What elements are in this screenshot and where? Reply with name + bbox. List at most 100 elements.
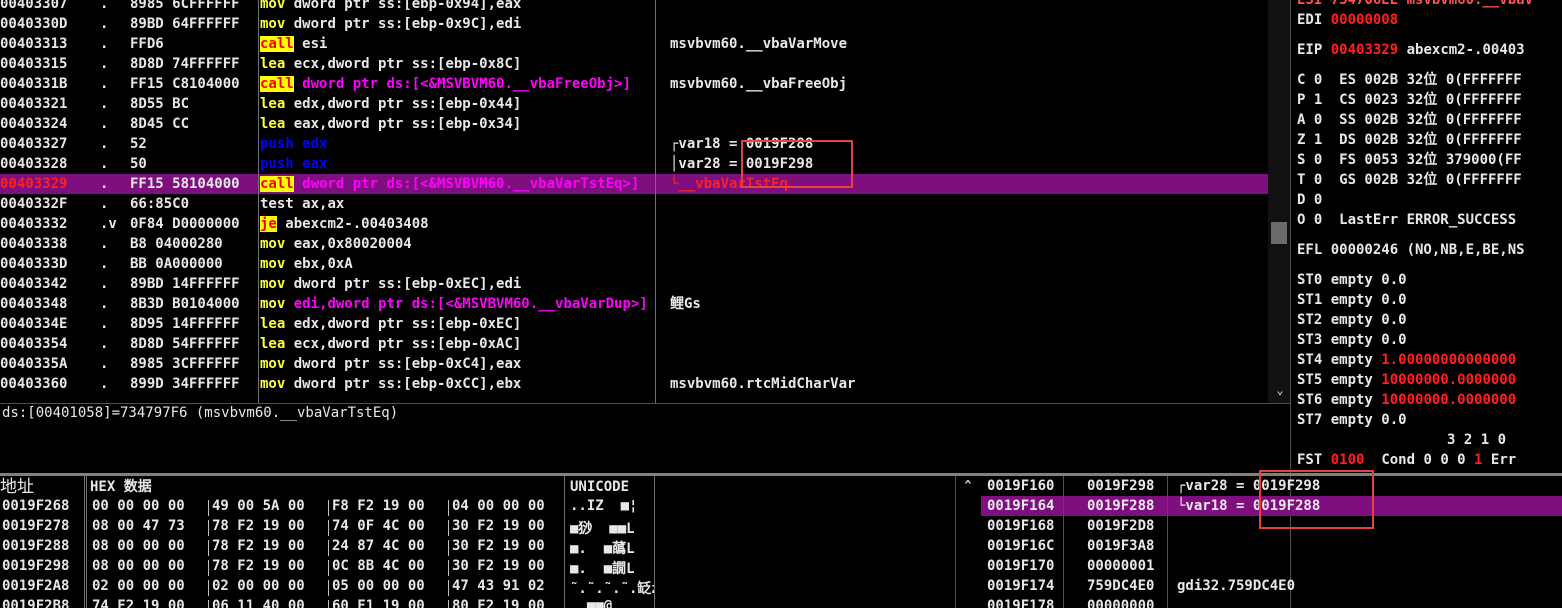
disasm-row[interactable]: 00403327. 52 push edx ┌var18 = 0019F288 <box>0 134 1268 154</box>
disasm-row[interactable]: 00403348. 8B3D B0104000 mov edi,dword ptr … <box>0 294 1268 314</box>
dump-hex-group[interactable]: 74 F2 19 00 <box>92 598 185 608</box>
disasm-row[interactable]: 0040332F. 66:85C0 test ax,ax <box>0 194 1268 214</box>
dump-unicode[interactable]: ..IZ ■¦ <box>570 498 654 514</box>
dump-pane[interactable]: 地址 HEX 数据 UNICODE 0019F268 00 00 00 00 49 … <box>0 476 955 608</box>
stack-row[interactable]: 0019F178 00000000 <box>981 596 1562 608</box>
dump-header-hex[interactable]: HEX 数据 <box>88 476 564 498</box>
dump-hex-group[interactable]: F8 F2 19 00 <box>332 498 425 514</box>
disasm-bytes: 0F84 D0000000 <box>130 216 240 232</box>
fpu-register[interactable]: ST4 empty 1.00000000000000 <box>1297 350 1516 370</box>
disasm-marker: . <box>100 96 109 112</box>
dump-hex-group[interactable]: 24 87 4C 00 <box>332 538 425 554</box>
stack-row[interactable]: 0019F16C 0019F3A8 <box>981 536 1562 556</box>
dump-address[interactable]: 0019F2B8 <box>2 598 69 608</box>
disasm-comment: msvbvm60.__vbaVarMove <box>670 36 848 52</box>
disasm-row[interactable]: 00403338. B8 04000280 mov eax,0x80020004 <box>0 234 1268 254</box>
dump-hex-group[interactable]: 74 0F 4C 00 <box>332 518 425 534</box>
disasm-row[interactable]: 00403324. 8D45 CC lea eax,dword ptr ss:[eb… <box>0 114 1268 134</box>
stack-row[interactable]: 0019F174 759DC4E0 gdi32.759DC4E0 <box>981 576 1562 596</box>
dump-hex-group[interactable]: 30 F2 19 00 <box>452 558 545 574</box>
dump-unicode[interactable]: ■. ■蘤L <box>570 538 654 558</box>
scroll-down-icon[interactable]: ⌄ <box>1272 383 1288 399</box>
dump-address[interactable]: 0019F278 <box>2 518 69 534</box>
dump-header-unicode[interactable]: UNICODE <box>568 476 656 498</box>
dump-address[interactable]: 0019F268 <box>2 498 69 514</box>
register-eip[interactable]: EIP 00403329 abexcm2-.00403 <box>1297 40 1525 60</box>
register-esi: ESI 734706EE msvbvm60.__vbaV <box>1297 0 1534 8</box>
dump-hex-group[interactable]: 30 F2 19 00 <box>452 538 545 554</box>
fpu-label: ST5 empty <box>1297 372 1373 388</box>
dump-unicode[interactable]: ˜.˜.˜.˜.䍇ʑ <box>570 578 654 598</box>
disasm-row[interactable]: 0040335A. 8985 3CFFFFFF mov dword ptr ss:[… <box>0 354 1268 374</box>
disasm-row[interactable]: 00403329. FF15 58104000 call dword ptr ds:… <box>0 174 1268 194</box>
dump-hex-group[interactable]: 00 00 00 00 <box>92 498 185 514</box>
disasm-row[interactable]: 00403360. 899D 34FFFFFF mov dword ptr ss:[… <box>0 374 1268 394</box>
dump-hex-group[interactable]: 0C 8B 4C 00 <box>332 558 425 574</box>
disasm-row[interactable]: 00403332 .v 0F84 D0000000 je abexcm2-.00403… <box>0 214 1268 234</box>
dump-address[interactable]: 0019F288 <box>2 538 69 554</box>
dump-hex-group[interactable]: 78 F2 19 00 <box>212 558 305 574</box>
dump-hex-group[interactable]: 80 F2 19 00 <box>452 598 545 608</box>
highlight-box-stack <box>1259 470 1374 529</box>
dump-hex-group[interactable]: 49 00 5A 00 <box>212 498 305 514</box>
disasm-address: 0040334E <box>0 316 68 332</box>
dump-hex-group[interactable]: 47 43 91 02 <box>452 578 545 594</box>
dump-header-address[interactable]: 地址 <box>0 476 84 498</box>
dump-address[interactable]: 0019F298 <box>2 558 69 574</box>
fpu-register[interactable]: ST2 empty 0.0 <box>1297 310 1407 330</box>
dump-unicode[interactable]: ■■@ <box>570 598 654 608</box>
disasm-instruction: mov dword ptr ss:[ebp-0xCC],ebx <box>260 374 656 394</box>
disassembly-pane[interactable]: 00403307. 8985 6CFFFFFF mov dword ptr ss:[… <box>0 0 1268 403</box>
disasm-scrollbar[interactable] <box>1268 0 1290 403</box>
disasm-divider <box>258 0 259 403</box>
dump-hex-group[interactable]: 30 F2 19 00 <box>452 518 545 534</box>
dump-unicode[interactable]: ■. ■譋L <box>570 558 654 578</box>
dump-hex-group[interactable]: 04 00 00 00 <box>452 498 545 514</box>
fpu-status[interactable]: FST 0100 Cond 0 0 0 1 Err <box>1297 450 1516 470</box>
fpu-register[interactable]: ST1 empty 0.0 <box>1297 290 1407 310</box>
disasm-operands: dword ptr ss:[ebp-0xCC],ebx <box>293 376 522 392</box>
dump-hex-group[interactable]: 78 F2 19 00 <box>212 518 305 534</box>
dump-hex-sep <box>328 560 329 576</box>
dump-hex-group[interactable]: 08 00 00 00 <box>92 538 185 554</box>
dump-unicode[interactable]: ■猀 ■■L <box>570 518 654 538</box>
stack-address: 0019F164 <box>987 498 1055 514</box>
dump-hex-group[interactable]: 06 11 40 00 <box>212 598 305 608</box>
disasm-row[interactable]: 00403315. 8D8D 74FFFFFF lea ecx,dword ptr … <box>0 54 1268 74</box>
disasm-row[interactable]: 00403307. 8985 6CFFFFFF mov dword ptr ss:[… <box>0 0 1268 14</box>
fpu-register[interactable]: ST3 empty 0.0 <box>1297 330 1407 350</box>
registers-pane[interactable]: ESI 734706EE msvbvm60.__vbaV EDI 00000008… <box>1291 0 1562 473</box>
disasm-row[interactable]: 00403354. 8D8D 54FFFFFF lea ecx,dword ptr … <box>0 334 1268 354</box>
disasm-row[interactable]: 00403342. 89BD 14FFFFFF mov dword ptr ss:[… <box>0 274 1268 294</box>
disasm-instruction: lea eax,dword ptr ss:[ebp-0x34] <box>260 114 656 134</box>
disasm-row[interactable]: 0040331B. FF15 C8104000 call dword ptr ds:… <box>0 74 1268 94</box>
dump-hex-group[interactable]: 08 00 47 73 <box>92 518 185 534</box>
dump-hex-group[interactable]: 05 00 00 00 <box>332 578 425 594</box>
dump-hex-group[interactable]: 78 F2 19 00 <box>212 538 305 554</box>
disasm-instruction: mov ebx,0xA <box>260 254 656 274</box>
disasm-scroll-thumb[interactable] <box>1271 222 1287 244</box>
disasm-row[interactable]: 0040334E. 8D95 14FFFFFF lea edx,dword ptr … <box>0 314 1268 334</box>
fpu-register[interactable]: ST6 empty 10000000.0000000 <box>1297 390 1516 410</box>
stack-value: 00000001 <box>1087 558 1155 574</box>
fpu-register[interactable]: ST5 empty 10000000.0000000 <box>1297 370 1516 390</box>
fpu-register[interactable]: ST0 empty 0.0 <box>1297 270 1407 290</box>
dump-hex-group[interactable]: 08 00 00 00 <box>92 558 185 574</box>
dump-hex-group[interactable]: 02 00 00 00 <box>212 578 305 594</box>
disasm-row[interactable]: 00403328. 50 push eax │var28 = 0019F298 <box>0 154 1268 174</box>
disasm-marker: . <box>100 76 109 92</box>
scroll-up-icon[interactable]: ^ <box>959 478 977 494</box>
disasm-row[interactable]: 0040333D. BB 0A000000 mov ebx,0xA <box>0 254 1268 274</box>
disasm-row[interactable]: 00403313. FFD6 call esi msvbvm60.__vbaVarMo… <box>0 34 1268 54</box>
dump-hex-group[interactable]: 02 00 00 00 <box>92 578 185 594</box>
disasm-row[interactable]: 0040330D. 89BD 64FFFFFF mov dword ptr ss:[… <box>0 14 1268 34</box>
dump-hex-group[interactable]: 60 F1 19 00 <box>332 598 425 608</box>
dump-address[interactable]: 0019F2A8 <box>2 578 69 594</box>
disasm-opcode: lea <box>260 316 286 332</box>
stack-row[interactable]: 0019F170 00000001 <box>981 556 1562 576</box>
register-efl: EFL 00000246 (NO,NB,E,BE,NS <box>1297 242 1525 258</box>
disasm-row[interactable]: 00403321. 8D55 BC lea edx,dword ptr ss:[eb… <box>0 94 1268 114</box>
register-flag-segment: T 0 GS 002B 32位 0(FFFFFFF <box>1297 172 1522 188</box>
register-edi[interactable]: EDI 00000008 <box>1297 10 1398 30</box>
fpu-register[interactable]: ST7 empty 0.0 <box>1297 410 1407 430</box>
